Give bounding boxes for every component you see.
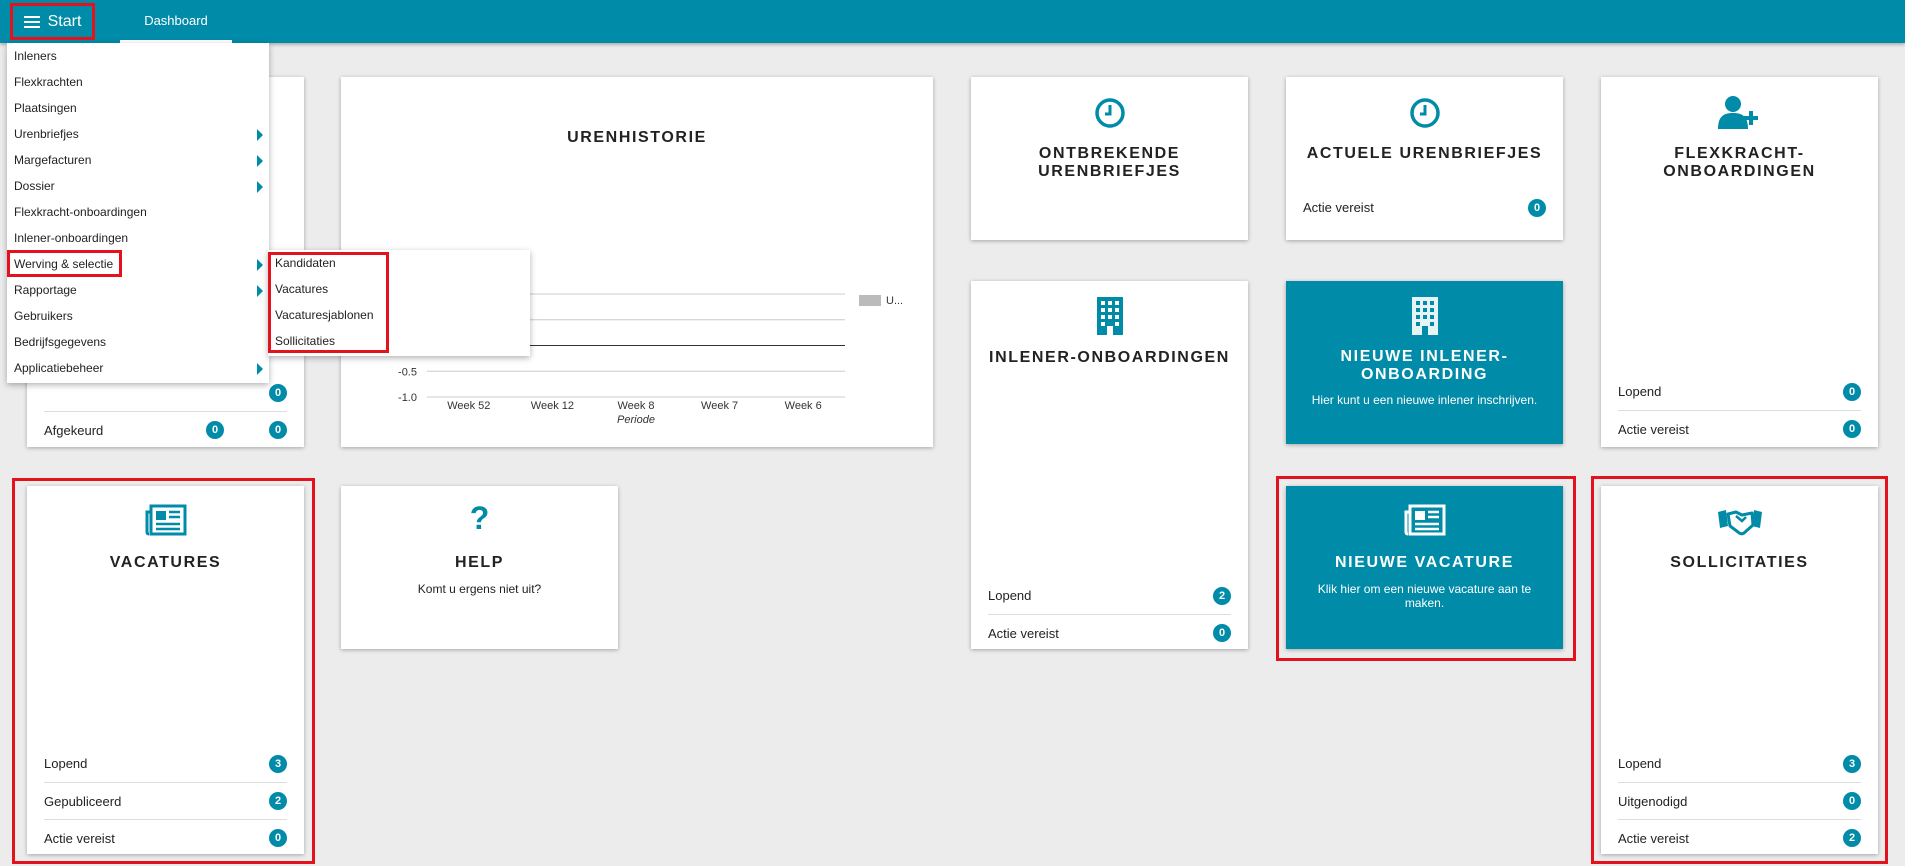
highlight-start-button bbox=[10, 3, 95, 40]
menu-item-label: Dossier bbox=[14, 179, 55, 193]
menu-item-label: Flexkrachten bbox=[14, 75, 83, 89]
building-icon bbox=[1411, 297, 1438, 335]
building-icon bbox=[1096, 297, 1123, 335]
y-tick-label: -0.5 bbox=[398, 366, 417, 378]
highlight-werving-selectie bbox=[7, 250, 122, 277]
menu-item-label: Gebruikers bbox=[14, 309, 73, 323]
menu-item-label: Rapportage bbox=[14, 283, 77, 297]
menu-item-dossier[interactable]: Dossier bbox=[14, 173, 269, 199]
menu-item-label: Applicatiebeheer bbox=[14, 361, 104, 375]
menu-item-flexkracht-onboardingen[interactable]: Flexkracht-onboardingen bbox=[14, 199, 269, 225]
x-tick-label: Week 6 bbox=[785, 400, 822, 412]
submenu-arrow-icon bbox=[257, 363, 263, 375]
card-title: ACTUELE URENBRIEFJES bbox=[1306, 145, 1543, 162]
menu-item-gebruikers[interactable]: Gebruikers bbox=[14, 303, 269, 329]
stat-label: Actie vereist bbox=[1303, 200, 1374, 215]
x-tick-label: Week 12 bbox=[531, 400, 574, 412]
stat-label: Lopend bbox=[988, 588, 1032, 603]
submenu-arrow-icon bbox=[257, 129, 263, 141]
highlight-nieuwe-vacature-card bbox=[1276, 476, 1576, 661]
y-tick-label: -1.0 bbox=[398, 392, 417, 404]
question-icon: ? bbox=[469, 500, 490, 536]
menu-item-label: Inleners bbox=[14, 49, 57, 63]
count-badge: 0 bbox=[206, 421, 224, 439]
menu-item-flexkrachten[interactable]: Flexkrachten bbox=[14, 69, 269, 95]
highlight-sollicitaties-card bbox=[1591, 476, 1888, 864]
stat-label: Afgekeurd bbox=[44, 422, 104, 438]
highlight-submenu bbox=[268, 252, 389, 353]
menu-item-label: Plaatsingen bbox=[14, 101, 77, 115]
menu-item-margefacturen[interactable]: Margefacturen bbox=[14, 147, 269, 173]
legend-swatch bbox=[859, 295, 881, 306]
lopend-row[interactable]: Lopend 2 bbox=[988, 577, 1231, 614]
menu-item-label: Inlener-onboardingen bbox=[14, 231, 129, 245]
menu-item-plaatsingen[interactable]: Plaatsingen bbox=[14, 95, 269, 121]
x-tick-label: Week 7 bbox=[701, 400, 738, 412]
tab-dashboard[interactable]: Dashboard bbox=[120, 0, 232, 43]
count-badge: 0 bbox=[1843, 382, 1861, 401]
card-title: FLEXKRACHT-ONBOARDINGEN bbox=[1663, 145, 1816, 180]
card-title: NIEUWE INLENER-ONBOARDING bbox=[1340, 348, 1509, 383]
menu-item-inleners[interactable]: Inleners bbox=[14, 43, 269, 69]
menu-item-bedrijfsgegevens[interactable]: Bedrijfsgegevens bbox=[14, 329, 269, 355]
menu-item-urenbriefjes[interactable]: Urenbriefjes bbox=[14, 121, 269, 147]
actie-vereist-row[interactable]: Actie vereist 0 bbox=[988, 614, 1231, 651]
menu-item-label: Flexkracht-onboardingen bbox=[14, 205, 147, 219]
count-badge: 0 bbox=[269, 421, 287, 439]
menu-item-applicatiebeheer[interactable]: Applicatiebeheer bbox=[14, 355, 269, 381]
menu-item-label: Margefacturen bbox=[14, 153, 92, 167]
submenu-arrow-icon bbox=[257, 285, 263, 297]
count-badge: 0 bbox=[1213, 624, 1231, 642]
card-title: INLENER-ONBOARDINGEN bbox=[989, 349, 1230, 366]
legend-label: U... bbox=[886, 295, 903, 307]
card-title: ONTBREKENDE URENBRIEFJES bbox=[1038, 145, 1181, 180]
user-plus-icon bbox=[1717, 96, 1758, 129]
nieuwe-inlener-onboarding-card[interactable]: NIEUWE INLENER-ONBOARDING Hier kunt u ee… bbox=[1286, 281, 1563, 444]
stat-label: Actie vereist bbox=[988, 625, 1059, 641]
start-menu: Inleners Flexkrachten Plaatsingen Urenbr… bbox=[7, 43, 269, 383]
card-title: HELP bbox=[454, 554, 505, 571]
submenu-arrow-icon bbox=[257, 155, 263, 167]
menu-item-inlener-onboardingen[interactable]: Inlener-onboardingen bbox=[14, 225, 269, 251]
clock-icon bbox=[1409, 98, 1440, 128]
afgekeurd-row[interactable]: Afgekeurd 0 0 bbox=[44, 411, 287, 448]
x-tick-label: Week 8 bbox=[617, 400, 654, 412]
menu-item-label: Bedrijfsgegevens bbox=[14, 335, 107, 349]
count-badge: 0 bbox=[1528, 198, 1546, 217]
count-badge: 0 bbox=[1843, 420, 1861, 438]
actie-vereist-row[interactable]: Actie vereist 0 bbox=[1618, 410, 1861, 447]
help-card[interactable]: ? HELP Komt u ergens niet uit? bbox=[341, 486, 618, 649]
ontbrekende-urenbriefjes-card[interactable]: ONTBREKENDE URENBRIEFJES bbox=[971, 77, 1248, 240]
stat-label: Lopend bbox=[1618, 384, 1662, 399]
x-axis-label: Periode bbox=[617, 414, 655, 426]
menu-item-rapportage[interactable]: Rapportage bbox=[14, 277, 269, 303]
submenu-arrow-icon bbox=[257, 259, 263, 271]
menu-item-label: Urenbriefjes bbox=[14, 127, 79, 141]
highlight-vacatures-card bbox=[12, 478, 315, 864]
submenu-arrow-icon bbox=[257, 181, 263, 193]
clock-icon bbox=[1094, 98, 1125, 128]
card-subtitle: Hier kunt u een nieuwe inlener inschrijv… bbox=[1311, 393, 1538, 407]
count-badge: 2 bbox=[1213, 586, 1231, 605]
lopend-row[interactable]: Lopend 0 bbox=[1618, 373, 1861, 410]
actie-vereist-row[interactable]: Actie vereist 0 bbox=[1303, 189, 1546, 226]
flexkracht-onboardingen-card[interactable]: FLEXKRACHT-ONBOARDINGEN Lopend 0 Actie v… bbox=[1601, 77, 1878, 447]
stat-label: Actie vereist bbox=[1618, 421, 1689, 437]
actuele-urenbriefjes-card[interactable]: ACTUELE URENBRIEFJES Actie vereist 0 bbox=[1286, 77, 1563, 240]
top-bar: Start Dashboard bbox=[0, 0, 1905, 43]
card-subtitle: Komt u ergens niet uit? bbox=[417, 582, 542, 596]
x-tick-label: Week 52 bbox=[447, 400, 490, 412]
count-badge: 0 bbox=[269, 383, 287, 402]
inlener-onboardingen-card[interactable]: INLENER-ONBOARDINGEN Lopend 2 Actie vere… bbox=[971, 281, 1248, 649]
